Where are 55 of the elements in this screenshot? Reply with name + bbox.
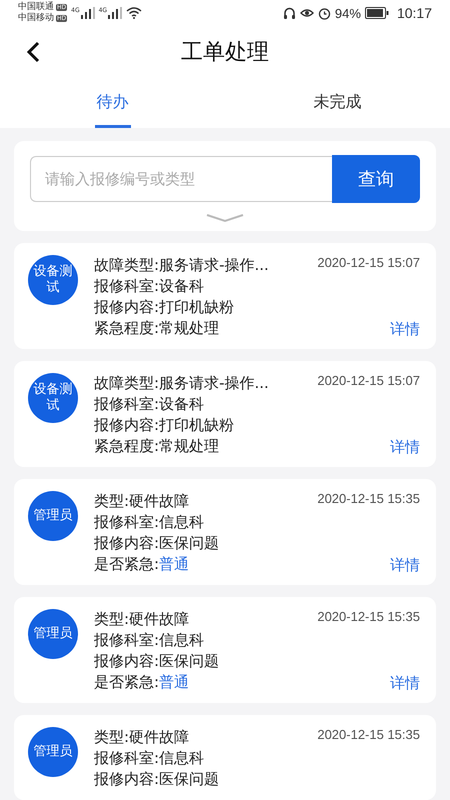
order-time: 2020-12-15 15:35 [317, 727, 420, 742]
order-field: 报修内容:医保问题 [94, 533, 302, 554]
avatar-badge: 管理员 [28, 491, 78, 541]
avatar-badge: 管理员 [28, 727, 78, 777]
carrier-name: 中国联通 [18, 2, 54, 12]
order-field: 报修内容:医保问题 [94, 769, 302, 790]
order-field: 报修内容:打印机缺粉 [94, 415, 302, 436]
order-field: 类型:硬件故障 [94, 491, 302, 512]
order-field: 报修科室:信息科 [94, 748, 302, 769]
order-field: 是否紧急:普通 [94, 554, 302, 575]
order-field: 类型:硬件故障 [94, 727, 302, 748]
order-time: 2020-12-15 15:35 [317, 609, 420, 624]
battery-icon [364, 7, 389, 20]
order-card[interactable]: 管理员 类型:硬件故障 报修科室:信息科 报修内容:医保问题 是否紧急:普通 2020-12-15 15:35 详情 [14, 597, 436, 703]
order-field: 报修内容:打印机缺粉 [94, 297, 302, 318]
order-field: 报修科室:信息科 [94, 512, 302, 533]
order-card[interactable]: 管理员 类型:硬件故障 报修科室:信息科 报修内容:医保问题 2020-12-15 15:35 [14, 715, 436, 800]
order-field: 报修科室:设备科 [94, 276, 302, 297]
wifi-icon [126, 7, 142, 20]
signal-icon [80, 7, 95, 20]
headphones-icon [282, 6, 296, 20]
order-field: 紧急程度:常规处理 [94, 318, 302, 339]
alarm-icon [318, 6, 331, 20]
clock-time: 10:17 [396, 5, 432, 22]
search-field[interactable]: 请输入报修编号或类型 [30, 156, 332, 202]
order-field: 紧急程度:常规处理 [94, 436, 302, 457]
order-field: 报修科室:信息科 [94, 630, 302, 651]
order-field: 类型:硬件故障 [94, 609, 302, 630]
order-card[interactable]: 管理员 类型:硬件故障 报修科室:信息科 报修内容:医保问题 是否紧急:普通 2020-12-15 15:35 详情 [14, 479, 436, 585]
details-link[interactable]: 详情 [390, 674, 420, 693]
carrier-name: 中国移动 [18, 13, 54, 24]
page-title: 工单处理 [181, 39, 269, 68]
tab[interactable]: 待办 [94, 78, 130, 128]
battery-percent: 94% [334, 6, 361, 21]
tab[interactable]: 未完成 [312, 78, 364, 128]
avatar-badge: 管理员 [28, 609, 78, 659]
order-time: 2020-12-15 15:35 [317, 491, 420, 506]
details-link[interactable]: 详情 [390, 320, 420, 339]
avatar-badge: 设备测试 [28, 255, 78, 305]
details-link[interactable]: 详情 [390, 556, 420, 575]
back-icon[interactable] [26, 41, 40, 64]
eye-icon [300, 7, 314, 20]
order-card[interactable]: 设备测试 故障类型:服务请求-操作... 报修科室:设备科 报修内容:打印机缺粉 紧急程度:常规处理 2020-12-15 15:07 详情 [14, 243, 436, 349]
order-time: 2020-12-15 15:07 [317, 373, 420, 388]
order-field: 故障类型:服务请求-操作... [94, 373, 302, 394]
details-link[interactable]: 详情 [390, 438, 420, 457]
order-time: 2020-12-15 15:07 [317, 255, 420, 270]
order-card[interactable]: 设备测试 故障类型:服务请求-操作... 报修科室:设备科 报修内容:打印机缺粉 紧急程度:常规处理 2020-12-15 15:07 详情 [14, 361, 436, 467]
search-button[interactable]: 查询 [332, 155, 420, 203]
order-field: 报修科室:设备科 [94, 394, 302, 415]
order-field: 故障类型:服务请求-操作... [94, 255, 302, 276]
avatar-badge: 设备测试 [28, 373, 78, 423]
order-field: 是否紧急:普通 [94, 672, 302, 693]
order-field: 报修内容:医保问题 [94, 651, 302, 672]
signal-icon [108, 7, 122, 20]
